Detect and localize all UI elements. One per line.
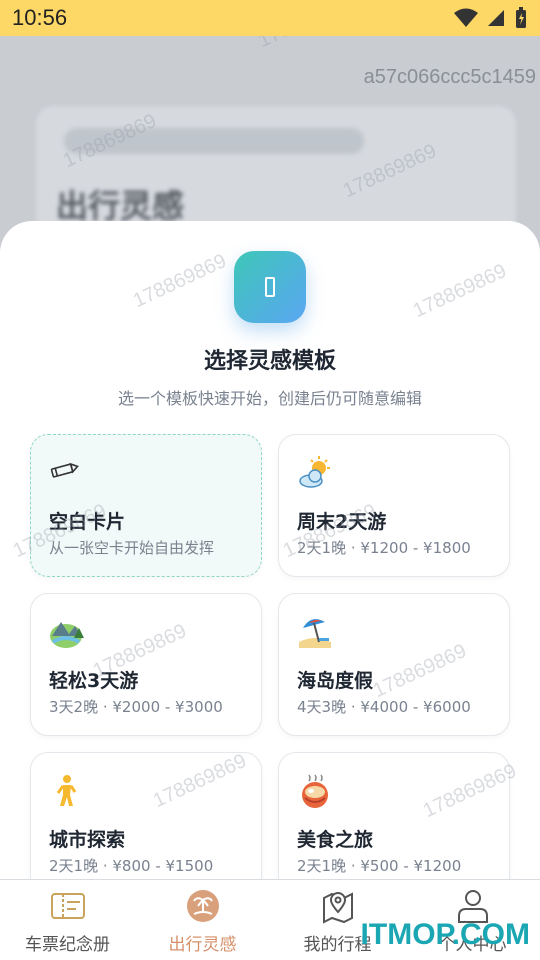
template-title: 美食之旅: [297, 829, 374, 851]
template-card-island[interactable]: 海岛度假 4天3晚 · ¥4000 - ¥6000: [278, 593, 510, 736]
landscape-icon: [49, 614, 85, 650]
status-time: 10:56: [12, 5, 68, 30]
palm-island-icon: [185, 888, 221, 924]
template-title: 周末2天游: [297, 511, 387, 533]
template-card-food[interactable]: 美食之旅 2天1晚 · ¥500 - ¥1200: [278, 752, 510, 895]
template-card-weekend[interactable]: 周末2天游 2天1晚 · ¥1200 - ¥1800: [278, 434, 510, 577]
template-desc: 2天1晚 · ¥500 - ¥1200: [297, 857, 462, 875]
ticket-icon: [50, 888, 86, 924]
status-bar: 10:56: [0, 0, 540, 36]
background-pill: [64, 128, 364, 154]
map-pin-icon: [320, 888, 356, 924]
template-title: 城市探索: [49, 829, 126, 851]
template-title: 轻松3天游: [49, 670, 139, 692]
template-card-relaxed[interactable]: 轻松3天游 3天2晚 · ¥2000 - ¥3000: [30, 593, 262, 736]
nav-item-inspiration[interactable]: 出行灵感: [135, 880, 270, 960]
template-title: 空白卡片: [49, 511, 126, 533]
corner-watermark: ITMOP.COM: [360, 918, 530, 951]
sheet-title: 选择灵感模板: [203, 349, 336, 374]
nav-label: 出行灵感: [168, 935, 237, 955]
template-desc: 2天1晚 · ¥800 - ¥1500: [49, 857, 214, 875]
battery-icon: [516, 7, 526, 28]
beach-umbrella-icon: [297, 614, 333, 650]
template-desc: 3天2晚 · ¥2000 - ¥3000: [49, 698, 223, 716]
overlay-id: a57c066ccc5c1459: [363, 66, 536, 88]
wifi-icon: [454, 8, 478, 27]
template-desc: 4天3晚 · ¥4000 - ¥6000: [297, 698, 471, 716]
template-desc: 2天1晚 · ¥1200 - ¥1800: [297, 539, 471, 557]
sheet-subtitle: 选一个模板快速开始，创建后仍可随意编辑: [117, 389, 422, 408]
template-card-blank[interactable]: 空白卡片 从一张空卡开始自由发挥: [30, 434, 262, 577]
status-icons: [454, 7, 528, 29]
template-sheet: 选择灵感模板 选一个模板快速开始，创建后仍可随意编辑 空白卡片 从一张空卡开始自…: [0, 221, 540, 960]
food-bowl-icon: [297, 773, 333, 809]
template-hero-icon: [234, 251, 306, 323]
template-title: 海岛度假: [297, 670, 374, 692]
nav-label: 车票纪念册: [25, 935, 110, 955]
nav-item-tickets[interactable]: 车票纪念册: [0, 880, 135, 960]
walking-person-icon: [49, 773, 85, 809]
template-desc: 从一张空卡开始自由发挥: [49, 539, 215, 557]
sun-cloud-icon: [297, 455, 333, 491]
pencil-icon: [49, 455, 85, 491]
template-card-city[interactable]: 城市探索 2天1晚 · ¥800 - ¥1500: [30, 752, 262, 895]
signal-icon: [488, 10, 504, 26]
